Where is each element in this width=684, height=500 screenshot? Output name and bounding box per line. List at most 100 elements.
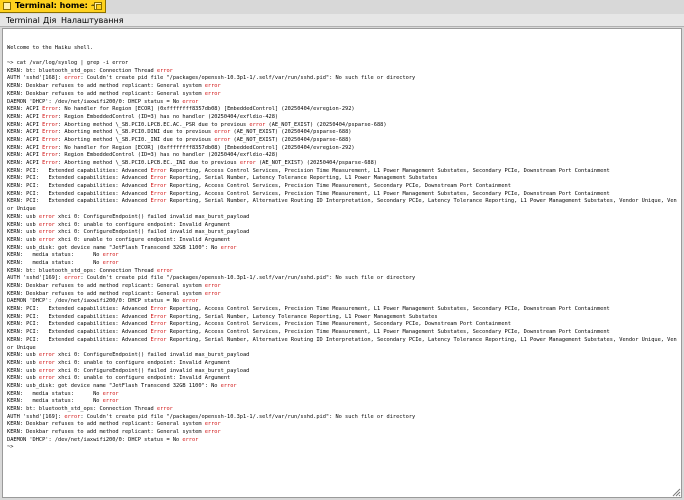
error-text: Error bbox=[42, 106, 59, 113]
error-text: error bbox=[214, 129, 231, 136]
terminal-text: AUTH 'sshd'[168]: bbox=[7, 75, 65, 82]
terminal-text: xhci 0: unable to configure endpoint: In… bbox=[54, 375, 231, 382]
terminal-text: KERN: bt: bluetooth_std_ops: Connection … bbox=[7, 267, 157, 274]
error-text: error bbox=[204, 429, 221, 436]
terminal-text: KERN: usb_disk: got device name "JetFlas… bbox=[7, 244, 221, 251]
terminal-text: : Couldn't create pid file "/packages/op… bbox=[80, 275, 416, 282]
terminal-line: KERN: Deskbar refuses to add method repl… bbox=[7, 83, 677, 91]
terminal-line: DAEMON 'DHCP': /dev/net/iaxwifi200/0: DH… bbox=[7, 298, 677, 306]
terminal-text: KERN: ACPI bbox=[7, 152, 43, 159]
terminal-text: KERN: usb bbox=[7, 375, 39, 382]
terminal-text: (AE_NOT_EXIST) (20250404/psparse-688) bbox=[230, 129, 352, 136]
terminal-line: KERN: usb error xhci 0: ConfigureEndpoin… bbox=[7, 214, 677, 222]
terminal-line: KERN: PCI: Extended capabilities: Advanc… bbox=[7, 321, 677, 329]
error-text: error bbox=[204, 83, 221, 90]
terminal-text: Reporting, Serial Number, Latency Tolera… bbox=[166, 313, 438, 320]
terminal-line: KERN: PCI: Extended capabilities: Advanc… bbox=[7, 314, 677, 322]
error-text: error bbox=[102, 390, 119, 397]
terminal-line: ~> bbox=[7, 444, 677, 452]
terminal-text: Reporting, Access Control Services, Prec… bbox=[166, 167, 610, 174]
error-text: error bbox=[102, 252, 119, 259]
terminal-text: KERN: usb bbox=[7, 229, 39, 236]
terminal-output[interactable]: Welcome to the Haiku shell. ~> cat /var/l… bbox=[7, 37, 677, 452]
terminal-text: KERN: PCI: Extended capabilities: Advanc… bbox=[7, 175, 151, 182]
terminal-line: or Unique bbox=[7, 206, 677, 214]
terminal-text: (AE_NOT_EXIST) (20250404/psparse-688) bbox=[255, 160, 377, 166]
error-text: error bbox=[249, 121, 266, 128]
terminal-text: KERN: PCI: Extended capabilities: Advanc… bbox=[7, 183, 151, 190]
terminal-line: KERN: ACPI Error: Region EmbeddedControl… bbox=[7, 114, 677, 122]
terminal-line: KERN: Deskbar refuses to add method repl… bbox=[7, 291, 677, 299]
error-text: Error bbox=[150, 306, 167, 313]
terminal-text: AUTH 'sshd'[169]: bbox=[7, 275, 65, 282]
terminal-text: KERN: media status: No bbox=[7, 259, 103, 266]
error-text: error bbox=[204, 421, 221, 428]
zoom-button[interactable] bbox=[94, 2, 102, 10]
error-text: error bbox=[182, 298, 199, 305]
terminal-line: KERN: PCI: Extended capabilities: Advanc… bbox=[7, 306, 677, 314]
error-text: Error bbox=[42, 121, 59, 128]
terminal-text: KERN: PCI: Extended capabilities: Advanc… bbox=[7, 321, 151, 328]
terminal-view[interactable]: Welcome to the Haiku shell. ~> cat /var/l… bbox=[2, 28, 682, 498]
terminal-line: KERN: bt: bluetooth_std_ops: Connection … bbox=[7, 68, 677, 76]
window-titlebar[interactable]: Terminal: home: ~ bbox=[0, 0, 684, 14]
terminal-text: : Aborting method \_SB.PCI0.DINI due to … bbox=[58, 129, 215, 136]
terminal-line: AUTH 'sshd'[169]: error: Couldn't create… bbox=[7, 275, 677, 283]
terminal-line: KERN: media status: No error bbox=[7, 252, 677, 260]
terminal-text: KERN: ACPI bbox=[7, 106, 43, 113]
menu-settings[interactable]: Налаштування bbox=[59, 14, 126, 27]
error-text: Error bbox=[42, 136, 59, 143]
terminal-text: KERN: media status: No bbox=[7, 390, 103, 397]
terminal-text: : Aborting method \_SB.PCI0._INI due to … bbox=[58, 136, 215, 143]
terminal-text: KERN: ACPI bbox=[7, 121, 43, 128]
error-text: error bbox=[204, 90, 221, 97]
menu-action[interactable]: Дія bbox=[41, 14, 58, 27]
error-text: error bbox=[214, 136, 231, 143]
terminal-line: KERN: ACPI Error: Aborting method \_SB.P… bbox=[7, 129, 677, 137]
terminal-text: KERN: usb bbox=[7, 236, 39, 243]
error-text: Error bbox=[150, 167, 167, 174]
close-button[interactable] bbox=[3, 2, 11, 10]
terminal-text: Reporting, Access Control Services, Prec… bbox=[166, 183, 511, 190]
terminal-text: KERN: media status: No bbox=[7, 252, 103, 259]
terminal-line: KERN: ACPI Error: Region EmbeddedControl… bbox=[7, 152, 677, 160]
resize-grip-icon[interactable] bbox=[671, 487, 681, 497]
terminal-line: or Unique bbox=[7, 345, 677, 353]
menu-terminal[interactable]: Terminal bbox=[4, 14, 42, 27]
error-text: error bbox=[156, 67, 173, 74]
terminal-text: KERN: PCI: Extended capabilities: Advanc… bbox=[7, 306, 151, 313]
terminal-line: KERN: bt: bluetooth_std_ops: Connection … bbox=[7, 406, 677, 414]
error-text: error bbox=[64, 275, 81, 282]
terminal-text: or Unique bbox=[7, 206, 36, 213]
error-text: error bbox=[38, 213, 55, 220]
error-text: error bbox=[38, 367, 55, 374]
error-text: error bbox=[38, 375, 55, 382]
error-text: error bbox=[182, 98, 199, 105]
terminal-line: KERN: PCI: Extended capabilities: Advanc… bbox=[7, 183, 677, 191]
terminal-text: KERN: PCI: Extended capabilities: Advanc… bbox=[7, 313, 151, 320]
terminal-text: xhci 0: unable to configure endpoint: In… bbox=[54, 236, 231, 243]
terminal-text: KERN: ACPI bbox=[7, 144, 43, 151]
terminal-text: Reporting, Serial Number, Alternative Ro… bbox=[166, 198, 677, 205]
terminal-line: AUTH 'sshd'[169]: error: Couldn't create… bbox=[7, 414, 677, 422]
error-text: error bbox=[220, 244, 237, 251]
terminal-text: xhci 0: ConfigureEndpoint() failed inval… bbox=[54, 229, 250, 236]
error-text: error bbox=[156, 406, 173, 412]
terminal-text: KERN: ACPI bbox=[7, 113, 43, 120]
terminal-text: DAEMON 'DHCP': /dev/net/iaxwifi200/0: DH… bbox=[7, 298, 183, 305]
error-text: Error bbox=[150, 336, 167, 343]
error-text: error bbox=[204, 290, 221, 297]
error-text: error bbox=[38, 229, 55, 236]
terminal-line: KERN: PCI: Extended capabilities: Advanc… bbox=[7, 329, 677, 337]
terminal-text: xhci 0: ConfigureEndpoint() failed inval… bbox=[54, 213, 250, 220]
terminal-text: KERN: media status: No bbox=[7, 398, 103, 405]
error-text: Error bbox=[42, 144, 59, 151]
terminal-line: ~> cat /var/log/syslog | grep -i error bbox=[7, 60, 677, 68]
terminal-text: KERN: Deskbar refuses to add method repl… bbox=[7, 83, 205, 90]
window-tab[interactable]: Terminal: home: ~ bbox=[0, 0, 106, 13]
terminal-text: DAEMON 'DHCP': /dev/net/iaxwifi200/0: DH… bbox=[7, 98, 183, 105]
terminal-text: Reporting, Access Control Services, Prec… bbox=[166, 329, 610, 336]
terminal-text: KERN: usb bbox=[7, 213, 39, 220]
terminal-line: KERN: ACPI Error: No handler for Region … bbox=[7, 106, 677, 114]
